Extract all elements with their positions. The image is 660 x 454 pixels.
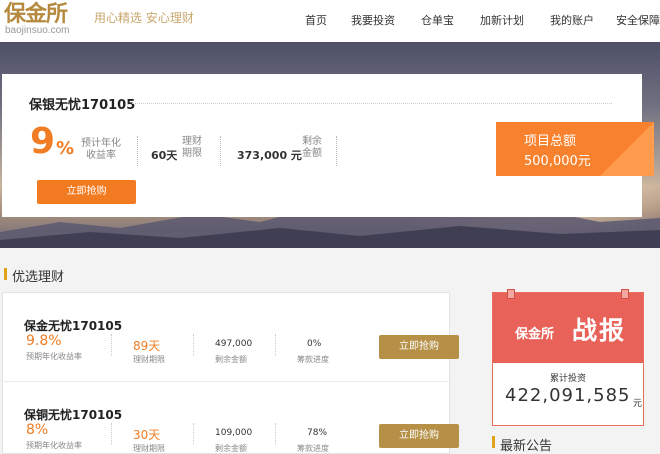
news-marker: [492, 436, 495, 448]
product-buy-button[interactable]: 立即抢购: [379, 335, 459, 359]
stat-divider: [220, 136, 221, 166]
product-rate: 9.8%: [26, 333, 62, 349]
section-marker: [4, 268, 7, 280]
featured-product-name[interactable]: 保银无忧170105: [29, 94, 135, 113]
product-progress: 78%: [307, 428, 328, 438]
product-remaining-label: 剩余金额: [215, 444, 247, 453]
product-list: 保金无忧170105 9.8% 预期年化收益率 89天 理财期限 497,000…: [2, 292, 459, 454]
product-progress: 0%: [307, 339, 322, 349]
product-remaining: 109,000: [215, 428, 253, 438]
report-brand: 保金所: [515, 327, 555, 342]
site-logo[interactable]: 保金所 baojinsuo.com: [4, 2, 90, 38]
featured-remaining: 373,000 元: [237, 149, 302, 162]
investment-report-card: 保金所 战报 累计投资 422,091,585 元: [492, 289, 644, 426]
report-header: 保金所 战报: [493, 289, 643, 363]
badge-corner: [600, 122, 654, 176]
product-row: 保金无忧170105 9.8% 预期年化收益率 89天 理财期限 497,000…: [3, 293, 459, 379]
hanger-icon: [621, 289, 629, 299]
featured-buy-button[interactable]: 立即抢购: [37, 180, 136, 204]
title-divider: [132, 103, 612, 104]
product-name[interactable]: 保金无忧170105: [24, 317, 122, 334]
logo-domain: baojinsuo.com: [5, 25, 70, 36]
row-divider: [275, 334, 276, 356]
product-row: 保铜无忧170105 8% 预期年化收益率 30天 理财期限 109,000 剩…: [3, 381, 459, 454]
row-divider: [111, 334, 112, 356]
hanger-icon: [507, 289, 515, 299]
row-divider: [193, 423, 194, 445]
product-term: 89天: [133, 339, 161, 353]
total-invested-unit: 元: [633, 399, 643, 409]
product-term-label: 理财期限: [133, 355, 165, 364]
product-term-label: 理财期限: [133, 444, 165, 453]
product-rate-label: 预期年化收益率: [26, 441, 82, 450]
row-divider: [193, 334, 194, 356]
row-divider: [275, 423, 276, 445]
project-total-badge: 项目总额 500,000元: [496, 122, 654, 176]
nav-invest[interactable]: 我要投资: [351, 0, 395, 42]
project-total-label: 项目总额: [524, 134, 577, 149]
report-title: 战报: [572, 316, 627, 345]
product-buy-button[interactable]: 立即抢购: [379, 424, 459, 448]
featured-remaining-label: 剩余金额: [302, 136, 322, 159]
section-title: 优选理财: [12, 270, 65, 285]
product-rate-label: 预期年化收益率: [26, 352, 82, 361]
site-header: 保金所 baojinsuo.com 用心精选 安心理财 首页 我要投资 仓单宝 …: [0, 0, 660, 42]
product-term: 30天: [133, 428, 161, 442]
main-nav: 首页 我要投资 仓单宝 加新计划 我的账户 安全保障: [305, 0, 660, 42]
product-name[interactable]: 保铜无忧170105: [24, 406, 122, 423]
product-rate: 8%: [26, 422, 49, 438]
stat-divider: [137, 136, 138, 166]
featured-rate-unit: %: [56, 138, 75, 159]
product-remaining-label: 剩余金额: [215, 355, 247, 364]
stat-divider: [336, 136, 337, 166]
nav-account[interactable]: 我的账户: [550, 0, 594, 42]
nav-security[interactable]: 安全保障: [616, 0, 660, 42]
project-total-value: 500,000元: [524, 154, 591, 169]
total-invested-label: 累计投资: [549, 374, 586, 384]
product-progress-label: 筹款进度: [297, 444, 329, 453]
nav-home[interactable]: 首页: [305, 0, 327, 42]
hero-banner: 保银无忧170105 9 % 预计年化收益率 60天 理财期限 373,000 …: [0, 42, 660, 248]
featured-term-label: 理财期限: [182, 136, 202, 159]
featured-term: 60天: [151, 149, 178, 162]
featured-rate: 9: [30, 121, 56, 162]
nav-warehouse[interactable]: 仓单宝: [421, 0, 454, 42]
logo-text: 保金所: [4, 1, 68, 27]
featured-rate-label: 预计年化收益率: [81, 138, 121, 161]
product-progress-label: 筹款进度: [297, 355, 329, 364]
news-section-title[interactable]: 最新公告: [500, 435, 552, 454]
nav-plan[interactable]: 加新计划: [480, 0, 524, 42]
site-slogan: 用心精选 安心理财: [94, 11, 194, 25]
total-invested-value: 422,091,585: [505, 385, 631, 406]
row-divider: [111, 423, 112, 445]
product-remaining: 497,000: [215, 339, 253, 349]
